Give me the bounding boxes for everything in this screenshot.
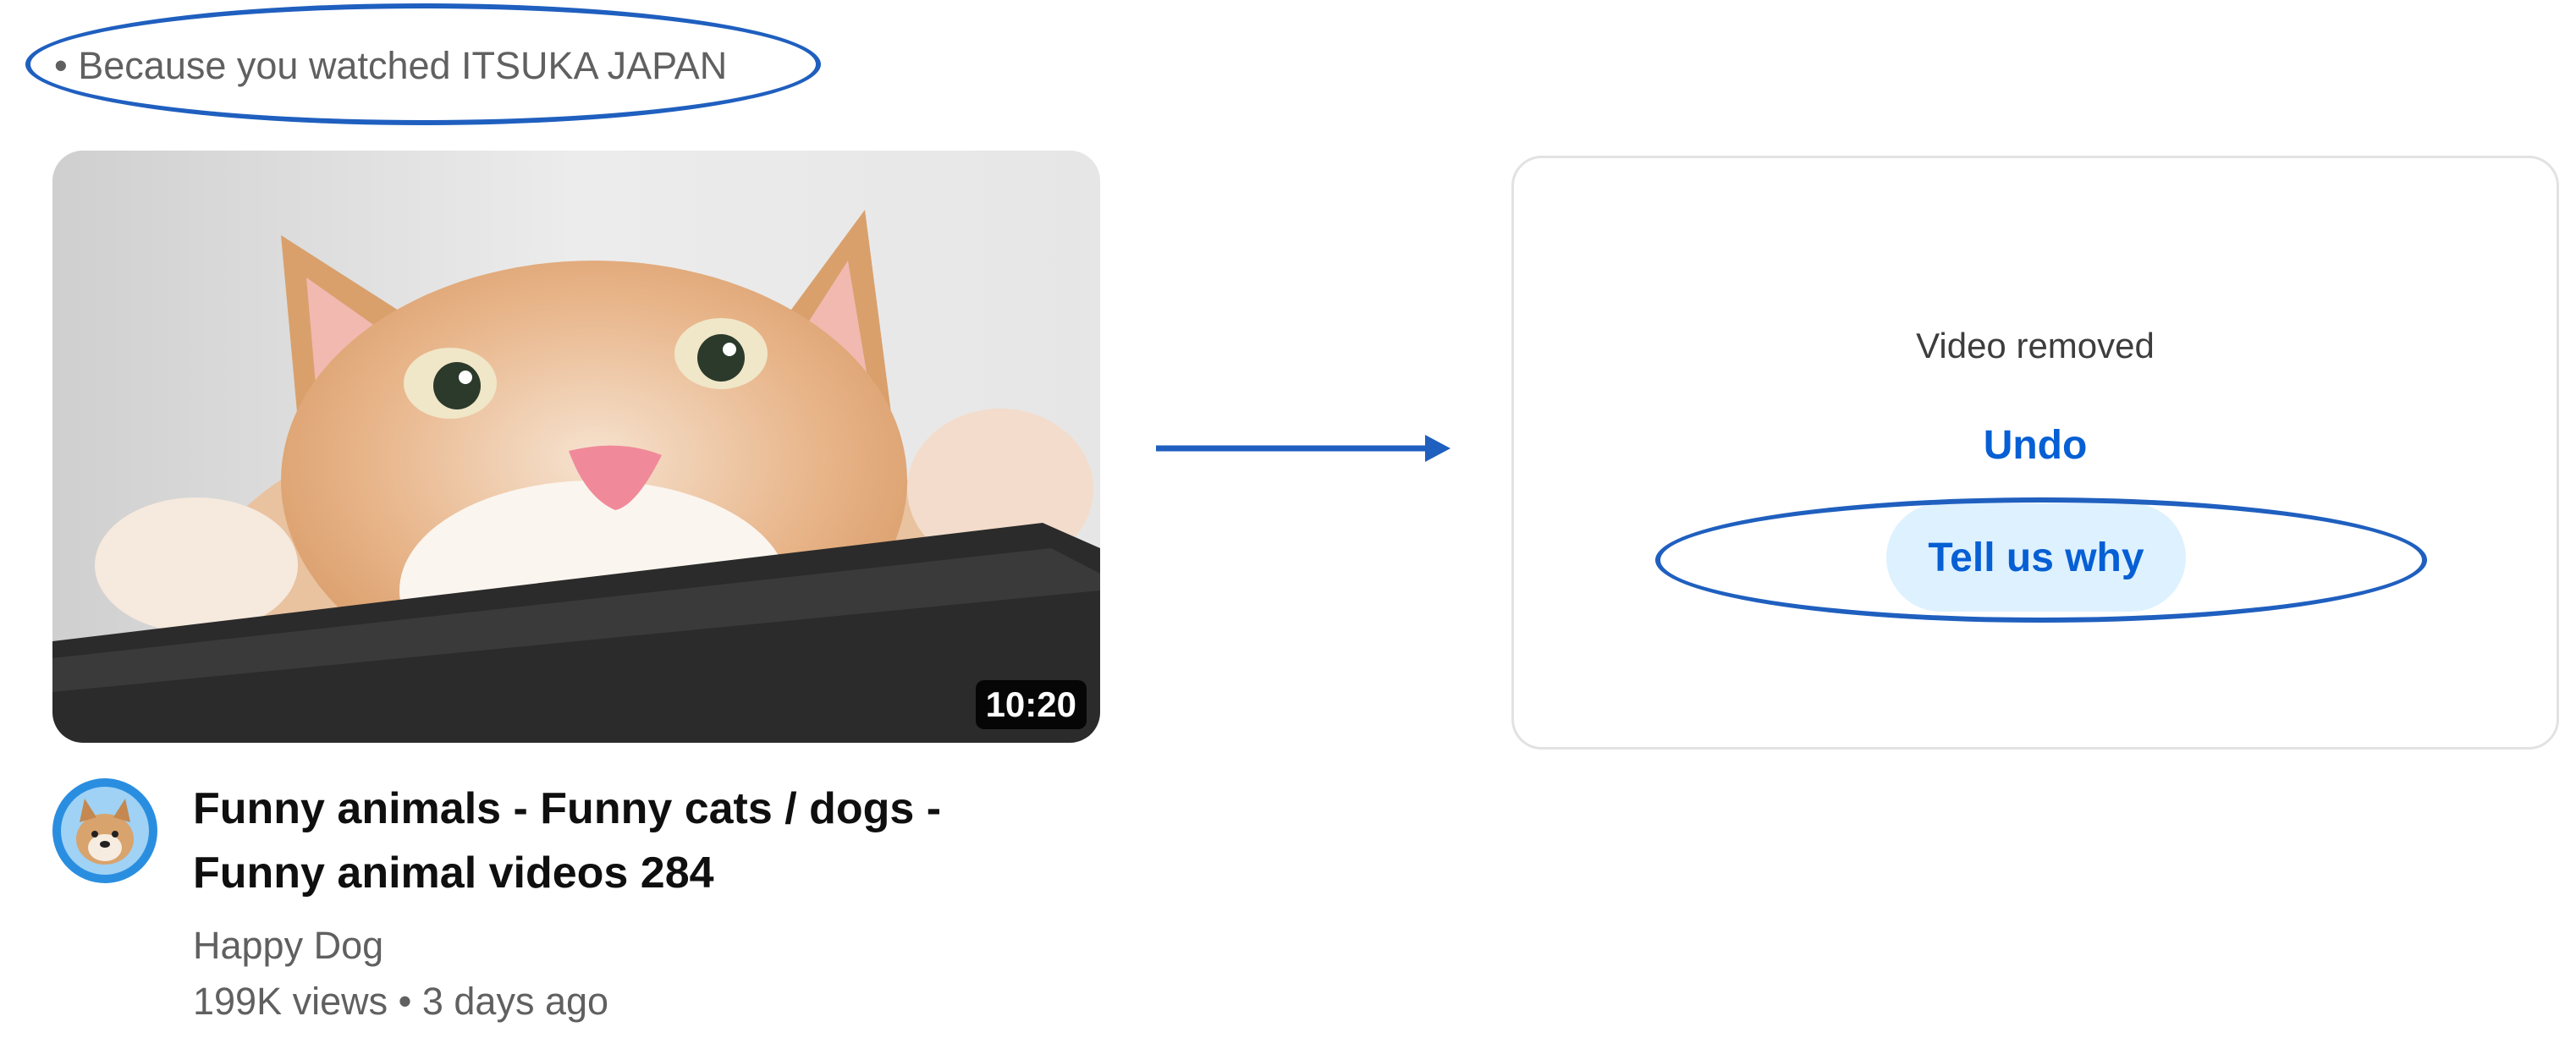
undo-button[interactable]: Undo [1514,422,2557,469]
cat-thumbnail-image [52,151,1100,743]
video-removed-status: Video removed [1916,326,2155,365]
video-meta: 199K views • 3 days ago [193,980,609,1023]
recommendation-reason: • Because you watched ITSUKA JAPAN [54,44,728,87]
video-thumbnail[interactable]: 10:20 [52,151,1100,743]
right-arrow-icon [1156,435,1450,462]
channel-avatar[interactable] [52,778,157,883]
channel-name[interactable]: Happy Dog [193,924,383,968]
video-duration-badge: 10:20 [975,679,1087,729]
tell-us-why-button[interactable]: Tell us why [1886,503,2186,612]
dog-avatar-icon [54,780,156,881]
video-removed-card: Video removed Undo Tell us why [1511,156,2559,750]
video-title[interactable]: Funny animals - Funny cats / dogs - Funn… [193,777,1022,905]
